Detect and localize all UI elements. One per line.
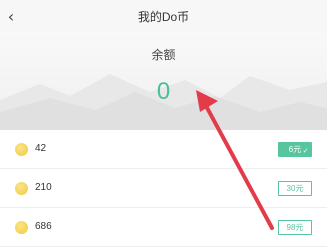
coin-icon — [15, 182, 28, 195]
price-label: 30元 — [286, 184, 304, 193]
recharge-option-row[interactable]: 42 6元 ✓ — [0, 130, 327, 169]
recharge-list: 42 6元 ✓ 210 30元 686 98元 — [0, 130, 327, 250]
coin-amount: 210 — [35, 182, 52, 193]
balance-panel: 余额 0 — [0, 32, 327, 130]
balance-value: 0 — [156, 78, 171, 105]
back-button[interactable]: ‹ — [2, 6, 20, 26]
coin-amount: 42 — [35, 143, 47, 154]
price-button[interactable]: 30元 — [278, 181, 312, 196]
nav-bar: ‹ 我的Do币 — [0, 0, 327, 32]
coin-icon — [15, 143, 28, 156]
chevron-left-icon: ‹ — [7, 6, 15, 26]
checkmark-icon: ✓ — [302, 147, 309, 155]
price-button[interactable]: 98元 — [278, 220, 312, 235]
coin-icon — [15, 221, 28, 234]
page-title: 我的Do币 — [137, 9, 190, 24]
screen: ‹ 我的Do币 余额 0 42 6元 ✓ 210 30元 686 98元 — [0, 0, 327, 250]
price-label: 6元 — [288, 145, 302, 154]
price-button-selected[interactable]: 6元 ✓ — [278, 142, 312, 157]
coin-amount: 686 — [35, 221, 52, 232]
balance-label: 余额 — [151, 48, 176, 62]
recharge-option-row[interactable]: 210 30元 — [0, 169, 327, 208]
recharge-option-row[interactable]: 686 98元 — [0, 208, 327, 247]
price-label: 98元 — [286, 223, 304, 232]
